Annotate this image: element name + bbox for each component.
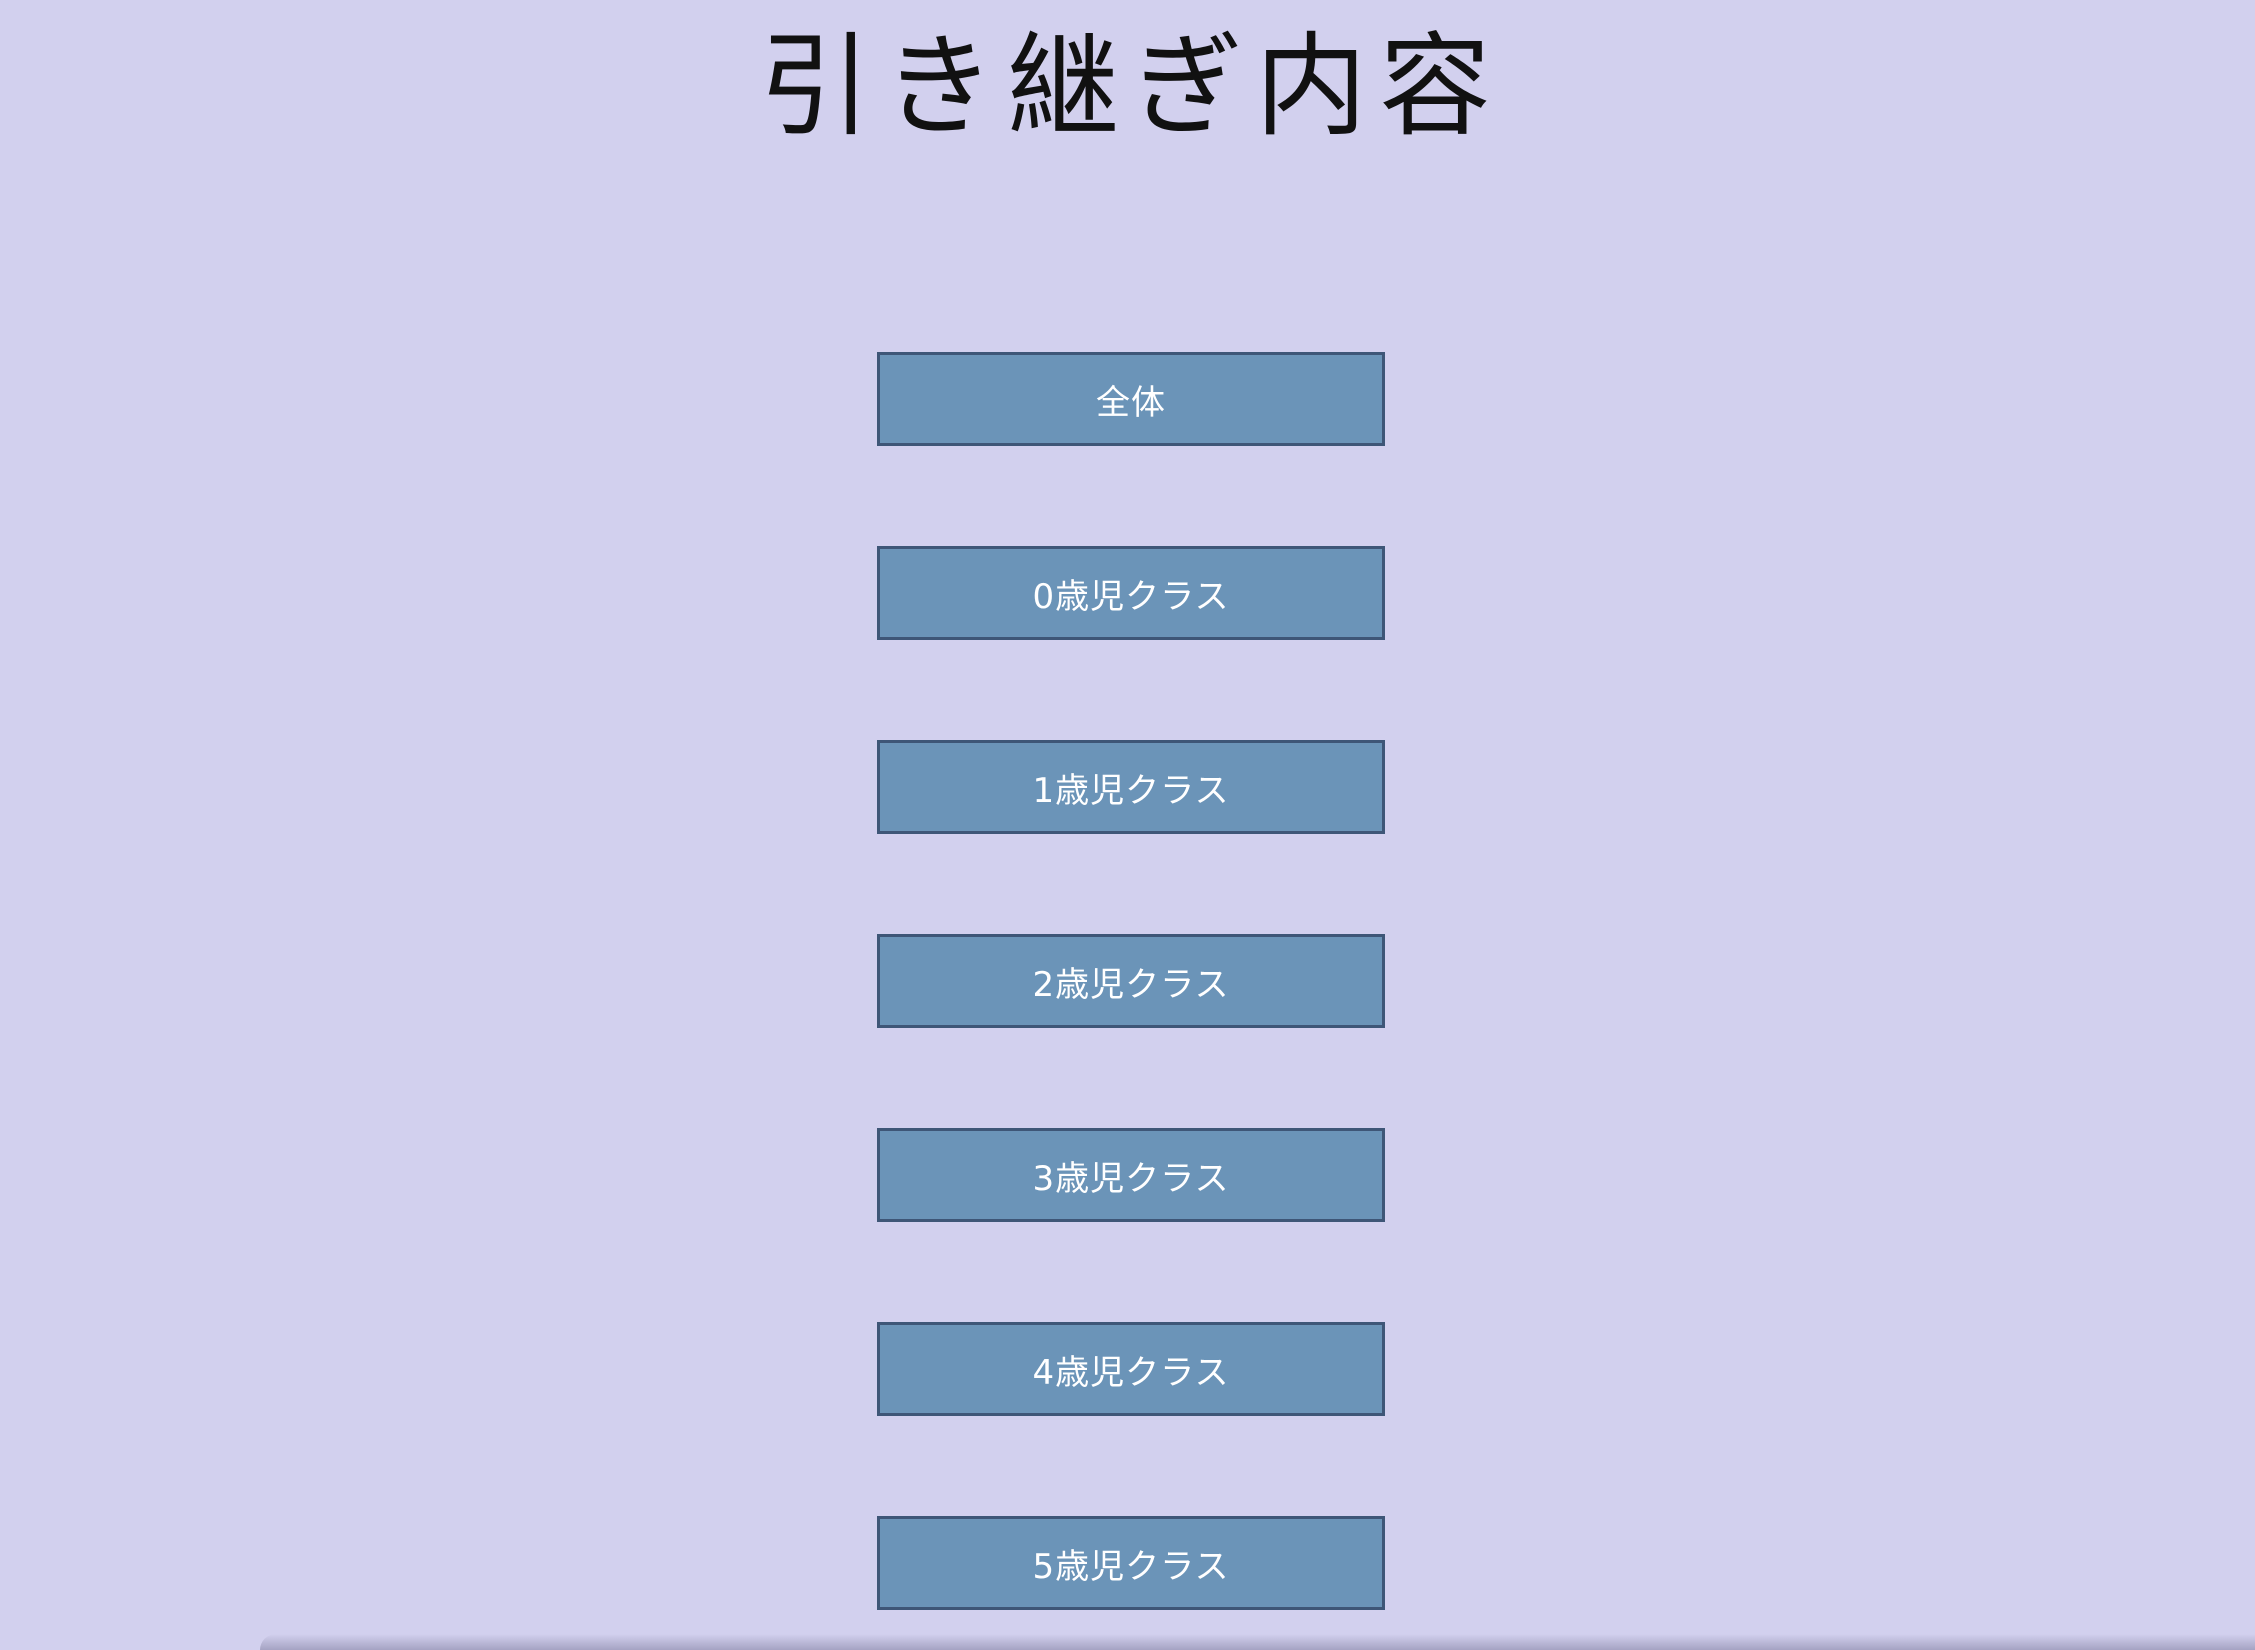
- class-menu: 全体 0歳児クラス 1歳児クラス 2歳児クラス 3歳児クラス 4歳児クラス 5歳…: [877, 352, 1385, 1610]
- page-title: 引き継ぎ内容: [759, 22, 1503, 152]
- class-1-button[interactable]: 1歳児クラス: [877, 740, 1385, 834]
- bottom-edge-shadow: [260, 1634, 2255, 1650]
- class-5-button[interactable]: 5歳児クラス: [877, 1516, 1385, 1610]
- all-button[interactable]: 全体: [877, 352, 1385, 446]
- class-2-button[interactable]: 2歳児クラス: [877, 934, 1385, 1028]
- class-4-button[interactable]: 4歳児クラス: [877, 1322, 1385, 1416]
- class-3-button[interactable]: 3歳児クラス: [877, 1128, 1385, 1222]
- class-0-button[interactable]: 0歳児クラス: [877, 546, 1385, 640]
